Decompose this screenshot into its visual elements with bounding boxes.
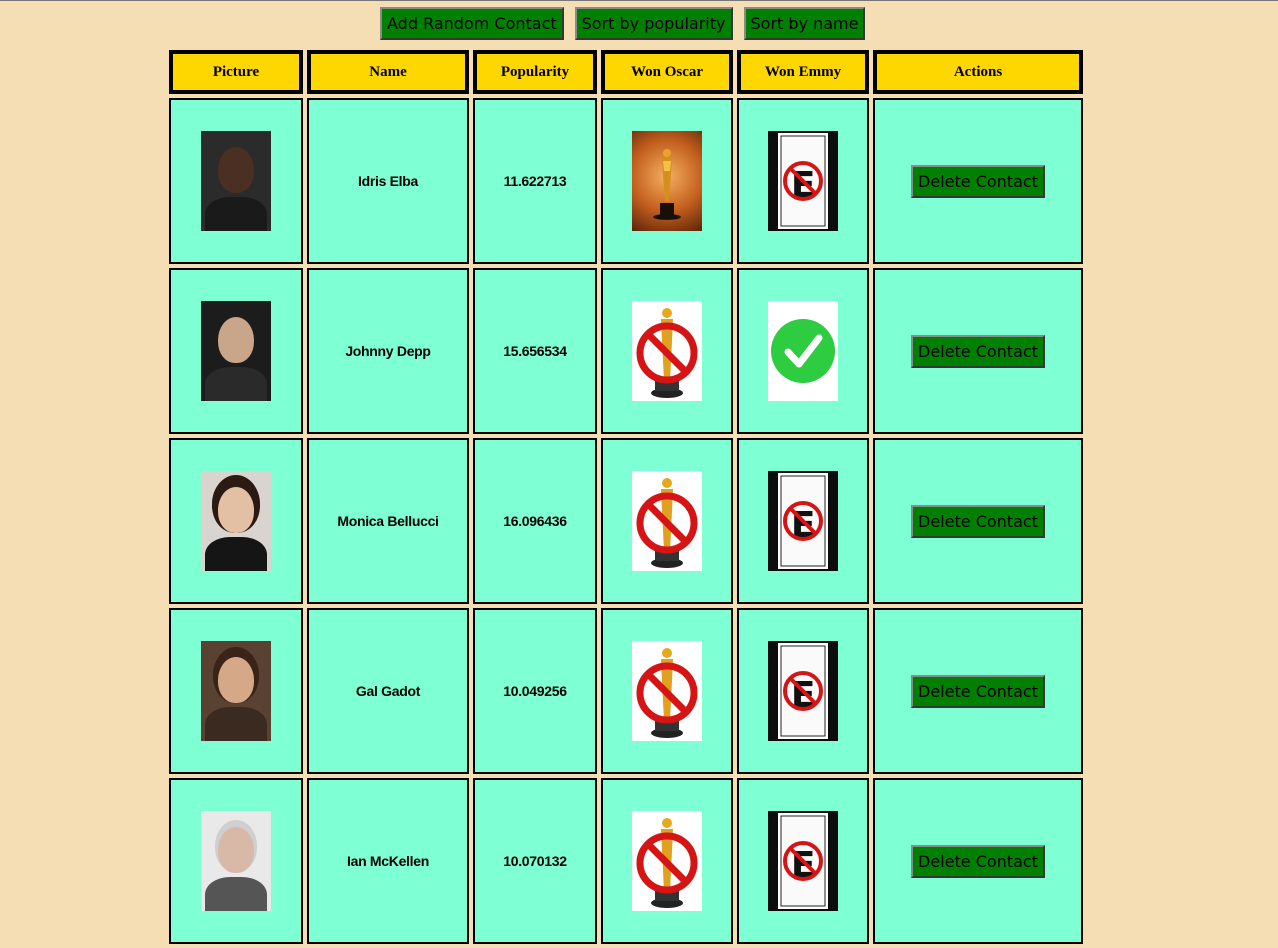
no-emmy-sign-icon: E: [768, 471, 838, 571]
name-cell: Monica Bellucci: [307, 438, 469, 604]
won-emmy-cell: E: [737, 778, 869, 944]
won-emmy-cell: E: [737, 608, 869, 774]
oscar-statue-icon: [632, 131, 702, 231]
table-row: Idris Elba 11.622713 E Delete Contact: [169, 98, 1083, 264]
name-cell: Ian McKellen: [307, 778, 469, 944]
picture-cell: [169, 608, 303, 774]
name-cell: Johnny Depp: [307, 268, 469, 434]
contact-photo: [201, 471, 271, 571]
contacts-table: Picture Name Popularity Won Oscar Won Em…: [165, 46, 1087, 948]
actions-cell: Delete Contact: [873, 608, 1083, 774]
green-check-icon: [768, 301, 838, 401]
won-oscar-cell: [601, 268, 733, 434]
popularity-cell: 15.656534: [473, 268, 597, 434]
header-won-oscar: Won Oscar: [601, 50, 733, 94]
delete-contact-button[interactable]: Delete Contact: [911, 164, 1045, 198]
table-row: Ian McKellen 10.070132 E Delete Contact: [169, 778, 1083, 944]
delete-contact-button[interactable]: Delete Contact: [911, 334, 1045, 368]
header-name: Name: [307, 50, 469, 94]
delete-contact-button[interactable]: Delete Contact: [911, 844, 1045, 878]
header-won-emmy: Won Emmy: [737, 50, 869, 94]
won-emmy-cell: [737, 268, 869, 434]
sort-by-popularity-button[interactable]: Sort by popularity: [574, 7, 733, 40]
won-oscar-cell: [601, 438, 733, 604]
contact-photo: [201, 811, 271, 911]
picture-cell: [169, 438, 303, 604]
delete-contact-button[interactable]: Delete Contact: [911, 504, 1045, 538]
actions-cell: Delete Contact: [873, 778, 1083, 944]
add-random-contact-button[interactable]: Add Random Contact: [380, 7, 564, 40]
toolbar: Add Random Contact Sort by popularity So…: [380, 7, 866, 40]
no-oscar-icon: [632, 641, 702, 741]
name-cell: Idris Elba: [307, 98, 469, 264]
actions-cell: Delete Contact: [873, 98, 1083, 264]
no-oscar-icon: [632, 471, 702, 571]
table-row: Monica Bellucci 16.096436 E Delete Contact: [169, 438, 1083, 604]
won-emmy-cell: E: [737, 438, 869, 604]
no-oscar-icon: [632, 301, 702, 401]
contact-photo: [201, 641, 271, 741]
picture-cell: [169, 98, 303, 264]
header-actions: Actions: [873, 50, 1083, 94]
popularity-cell: 10.049256: [473, 608, 597, 774]
popularity-cell: 11.622713: [473, 98, 597, 264]
table-row: Johnny Depp 15.656534 Delete Contact: [169, 268, 1083, 434]
popularity-cell: 10.070132: [473, 778, 597, 944]
delete-contact-button[interactable]: Delete Contact: [911, 674, 1045, 708]
picture-cell: [169, 268, 303, 434]
table-header-row: Picture Name Popularity Won Oscar Won Em…: [169, 50, 1083, 94]
popularity-cell: 16.096436: [473, 438, 597, 604]
no-emmy-sign-icon: E: [768, 641, 838, 741]
won-oscar-cell: [601, 98, 733, 264]
no-emmy-sign-icon: E: [768, 131, 838, 231]
actions-cell: Delete Contact: [873, 438, 1083, 604]
contact-photo: [201, 301, 271, 401]
won-oscar-cell: [601, 778, 733, 944]
table-row: Gal Gadot 10.049256 E Delete Contact: [169, 608, 1083, 774]
no-emmy-sign-icon: E: [768, 811, 838, 911]
no-oscar-icon: [632, 811, 702, 911]
name-cell: Gal Gadot: [307, 608, 469, 774]
header-picture: Picture: [169, 50, 303, 94]
actions-cell: Delete Contact: [873, 268, 1083, 434]
won-oscar-cell: [601, 608, 733, 774]
picture-cell: [169, 778, 303, 944]
top-border: [0, 0, 1278, 1]
contact-photo: [201, 131, 271, 231]
header-popularity: Popularity: [473, 50, 597, 94]
won-emmy-cell: E: [737, 98, 869, 264]
sort-by-name-button[interactable]: Sort by name: [743, 7, 866, 40]
